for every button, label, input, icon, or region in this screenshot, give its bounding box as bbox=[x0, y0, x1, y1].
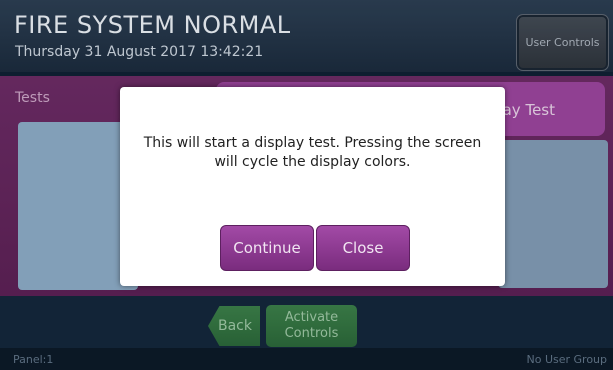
dialog-message: This will start a display test. Pressing… bbox=[143, 135, 482, 170]
fire-panel-screen: FIRE SYSTEM NORMAL Thursday 31 August 20… bbox=[0, 0, 613, 370]
display-test-dialog: This will start a display test. Pressing… bbox=[120, 87, 505, 286]
close-button[interactable]: Close bbox=[316, 225, 410, 271]
continue-button[interactable]: Continue bbox=[220, 225, 314, 271]
